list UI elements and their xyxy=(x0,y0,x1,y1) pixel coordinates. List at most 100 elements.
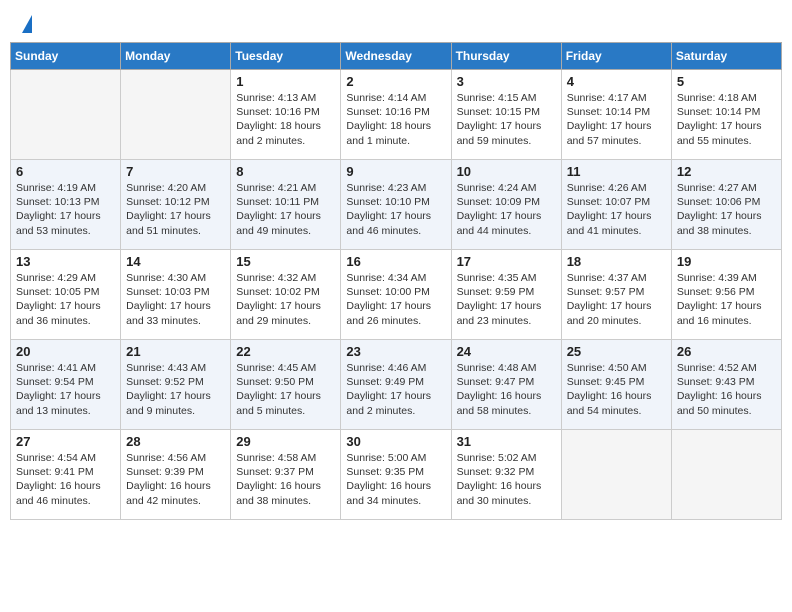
calendar-cell: 11Sunrise: 4:26 AM Sunset: 10:07 PM Dayl… xyxy=(561,160,671,250)
day-number: 26 xyxy=(677,344,776,359)
calendar-cell: 10 Sunrise: 4:24 AM Sunset: 10:09 PM Dayl… xyxy=(451,160,561,250)
day-info: Sunrise: 4:21 AM Sunset: 10:11 PM Daylig… xyxy=(236,181,335,238)
day-info: Sunrise: 4:18 AM Sunset: 10:14 PM Daylig… xyxy=(677,91,776,148)
day-number: 31 xyxy=(457,434,556,449)
day-number: 21 xyxy=(126,344,225,359)
day-number: 25 xyxy=(567,344,666,359)
day-number: 19 xyxy=(677,254,776,269)
logo xyxy=(20,15,32,29)
calendar-cell: 25 Sunrise: 4:50 AM Sunset: 9:45 PM Dayli… xyxy=(561,340,671,430)
day-number: 15 xyxy=(236,254,335,269)
day-info: Sunrise: 5:02 AM Sunset: 9:32 PM Dayligh… xyxy=(457,451,556,508)
calendar-cell: 27 Sunrise: 4:54 AM Sunset: 9:41 PM Dayli… xyxy=(11,430,121,520)
day-number: 27 xyxy=(16,434,115,449)
day-number: 29 xyxy=(236,434,335,449)
weekday-header-thursday: Thursday xyxy=(451,43,561,70)
day-info: Sunrise: 4:20 AM Sunset: 10:12 PM Daylig… xyxy=(126,181,225,238)
calendar-cell: 17 Sunrise: 4:35 AM Sunset: 9:59 PM Dayli… xyxy=(451,250,561,340)
day-number: 1 xyxy=(236,74,335,89)
day-number: 24 xyxy=(457,344,556,359)
day-number: 16 xyxy=(346,254,445,269)
day-number: 9 xyxy=(346,164,445,179)
day-info: Sunrise: 4:41 AM Sunset: 9:54 PM Dayligh… xyxy=(16,361,115,418)
weekday-header-tuesday: Tuesday xyxy=(231,43,341,70)
day-number: 12 xyxy=(677,164,776,179)
calendar-cell: 22 Sunrise: 4:45 AM Sunset: 9:50 PM Dayli… xyxy=(231,340,341,430)
day-number: 7 xyxy=(126,164,225,179)
calendar-cell xyxy=(121,70,231,160)
weekday-header-sunday: Sunday xyxy=(11,43,121,70)
calendar-cell: 9 Sunrise: 4:23 AM Sunset: 10:10 PM Dayli… xyxy=(341,160,451,250)
day-info: Sunrise: 4:24 AM Sunset: 10:09 PM Daylig… xyxy=(457,181,556,238)
calendar-cell: 21 Sunrise: 4:43 AM Sunset: 9:52 PM Dayli… xyxy=(121,340,231,430)
logo-triangle-icon xyxy=(22,15,32,33)
page-header xyxy=(10,10,782,34)
day-number: 10 xyxy=(457,164,556,179)
day-info: Sunrise: 4:37 AM Sunset: 9:57 PM Dayligh… xyxy=(567,271,666,328)
calendar-cell: 6 Sunrise: 4:19 AM Sunset: 10:13 PM Dayli… xyxy=(11,160,121,250)
day-number: 22 xyxy=(236,344,335,359)
day-info: Sunrise: 5:00 AM Sunset: 9:35 PM Dayligh… xyxy=(346,451,445,508)
day-info: Sunrise: 4:39 AM Sunset: 9:56 PM Dayligh… xyxy=(677,271,776,328)
day-number: 17 xyxy=(457,254,556,269)
calendar-table: SundayMondayTuesdayWednesdayThursdayFrid… xyxy=(10,42,782,520)
day-info: Sunrise: 4:43 AM Sunset: 9:52 PM Dayligh… xyxy=(126,361,225,418)
day-number: 4 xyxy=(567,74,666,89)
day-info: Sunrise: 4:17 AM Sunset: 10:14 PM Daylig… xyxy=(567,91,666,148)
day-info: Sunrise: 4:46 AM Sunset: 9:49 PM Dayligh… xyxy=(346,361,445,418)
calendar-cell: 28 Sunrise: 4:56 AM Sunset: 9:39 PM Dayli… xyxy=(121,430,231,520)
day-number: 8 xyxy=(236,164,335,179)
calendar-cell: 1 Sunrise: 4:13 AM Sunset: 10:16 PM Dayli… xyxy=(231,70,341,160)
day-number: 28 xyxy=(126,434,225,449)
day-number: 20 xyxy=(16,344,115,359)
weekday-header-friday: Friday xyxy=(561,43,671,70)
calendar-cell: 20 Sunrise: 4:41 AM Sunset: 9:54 PM Dayli… xyxy=(11,340,121,430)
day-info: Sunrise: 4:58 AM Sunset: 9:37 PM Dayligh… xyxy=(236,451,335,508)
calendar-cell: 23 Sunrise: 4:46 AM Sunset: 9:49 PM Dayli… xyxy=(341,340,451,430)
calendar-cell: 15 Sunrise: 4:32 AM Sunset: 10:02 PM Dayl… xyxy=(231,250,341,340)
day-number: 3 xyxy=(457,74,556,89)
day-info: Sunrise: 4:26 AM Sunset: 10:07 PM Daylig… xyxy=(567,181,666,238)
calendar-cell: 4 Sunrise: 4:17 AM Sunset: 10:14 PM Dayli… xyxy=(561,70,671,160)
calendar-cell: 5 Sunrise: 4:18 AM Sunset: 10:14 PM Dayli… xyxy=(671,70,781,160)
day-info: Sunrise: 4:35 AM Sunset: 9:59 PM Dayligh… xyxy=(457,271,556,328)
day-info: Sunrise: 4:50 AM Sunset: 9:45 PM Dayligh… xyxy=(567,361,666,418)
weekday-header-monday: Monday xyxy=(121,43,231,70)
calendar-cell: 31 Sunrise: 5:02 AM Sunset: 9:32 PM Dayli… xyxy=(451,430,561,520)
calendar-cell xyxy=(561,430,671,520)
calendar-week-row: 27 Sunrise: 4:54 AM Sunset: 9:41 PM Dayli… xyxy=(11,430,782,520)
day-info: Sunrise: 4:48 AM Sunset: 9:47 PM Dayligh… xyxy=(457,361,556,418)
day-info: Sunrise: 4:45 AM Sunset: 9:50 PM Dayligh… xyxy=(236,361,335,418)
day-info: Sunrise: 4:54 AM Sunset: 9:41 PM Dayligh… xyxy=(16,451,115,508)
day-number: 23 xyxy=(346,344,445,359)
calendar-cell: 12 Sunrise: 4:27 AM Sunset: 10:06 PM Dayl… xyxy=(671,160,781,250)
day-info: Sunrise: 4:52 AM Sunset: 9:43 PM Dayligh… xyxy=(677,361,776,418)
day-info: Sunrise: 4:19 AM Sunset: 10:13 PM Daylig… xyxy=(16,181,115,238)
day-info: Sunrise: 4:56 AM Sunset: 9:39 PM Dayligh… xyxy=(126,451,225,508)
day-number: 13 xyxy=(16,254,115,269)
calendar-cell: 24 Sunrise: 4:48 AM Sunset: 9:47 PM Dayli… xyxy=(451,340,561,430)
day-info: Sunrise: 4:34 AM Sunset: 10:00 PM Daylig… xyxy=(346,271,445,328)
calendar-cell: 14 Sunrise: 4:30 AM Sunset: 10:03 PM Dayl… xyxy=(121,250,231,340)
day-info: Sunrise: 4:13 AM Sunset: 10:16 PM Daylig… xyxy=(236,91,335,148)
calendar-cell: 26 Sunrise: 4:52 AM Sunset: 9:43 PM Dayli… xyxy=(671,340,781,430)
calendar-cell: 29 Sunrise: 4:58 AM Sunset: 9:37 PM Dayli… xyxy=(231,430,341,520)
day-info: Sunrise: 4:15 AM Sunset: 10:15 PM Daylig… xyxy=(457,91,556,148)
weekday-header-row: SundayMondayTuesdayWednesdayThursdayFrid… xyxy=(11,43,782,70)
calendar-cell: 7 Sunrise: 4:20 AM Sunset: 10:12 PM Dayli… xyxy=(121,160,231,250)
day-number: 14 xyxy=(126,254,225,269)
day-info: Sunrise: 4:27 AM Sunset: 10:06 PM Daylig… xyxy=(677,181,776,238)
day-number: 30 xyxy=(346,434,445,449)
day-info: Sunrise: 4:23 AM Sunset: 10:10 PM Daylig… xyxy=(346,181,445,238)
calendar-cell: 13Sunrise: 4:29 AM Sunset: 10:05 PM Dayl… xyxy=(11,250,121,340)
calendar-cell: 19 Sunrise: 4:39 AM Sunset: 9:56 PM Dayli… xyxy=(671,250,781,340)
calendar-week-row: 1 Sunrise: 4:13 AM Sunset: 10:16 PM Dayli… xyxy=(11,70,782,160)
day-info: Sunrise: 4:32 AM Sunset: 10:02 PM Daylig… xyxy=(236,271,335,328)
calendar-cell xyxy=(671,430,781,520)
calendar-cell: 18Sunrise: 4:37 AM Sunset: 9:57 PM Dayli… xyxy=(561,250,671,340)
calendar-cell: 16 Sunrise: 4:34 AM Sunset: 10:00 PM Dayl… xyxy=(341,250,451,340)
day-info: Sunrise: 4:30 AM Sunset: 10:03 PM Daylig… xyxy=(126,271,225,328)
day-number: 6 xyxy=(16,164,115,179)
calendar-cell: 30 Sunrise: 5:00 AM Sunset: 9:35 PM Dayli… xyxy=(341,430,451,520)
day-number: 5 xyxy=(677,74,776,89)
